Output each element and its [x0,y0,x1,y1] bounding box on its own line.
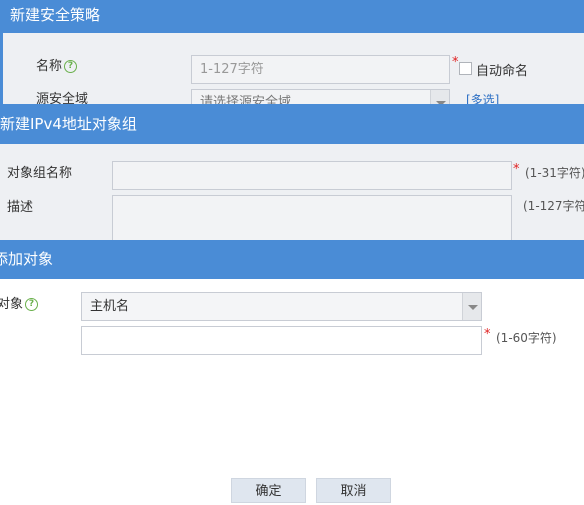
dialog1-title-text: 新建安全策略 [10,6,101,24]
dialog-title-ipv4-group: 新建IPv4地址对象组 [0,104,584,144]
dialog2-title-text: 新建IPv4地址对象组 [0,115,137,133]
policy-name-input[interactable]: 1-127字符 [191,55,450,84]
ok-button[interactable]: 确定 [231,478,306,503]
cancel-button[interactable]: 取消 [316,478,391,503]
auto-name-checkbox[interactable] [459,62,472,75]
add-object-dialog: 添加对象 对象? 主机名 * (1-60字符) 确定 取消 [0,240,584,505]
description-label: 描述 [7,200,34,215]
hostname-hint: (1-60字符) [496,331,557,345]
help-icon[interactable]: ? [64,60,78,73]
group-name-input[interactable] [112,161,512,190]
src-zone-label: 源安全域 [36,92,89,104]
dialog3-title-text: 添加对象 [0,250,54,268]
required-mark: * [513,162,520,177]
dialog-title-security-policy: 新建安全策略 [0,0,584,33]
dialog-title-add-object: 添加对象 [0,240,584,279]
object-label: 对象? [0,293,39,312]
hostname-input[interactable] [81,326,482,355]
security-policy-dialog: 新建安全策略 名称? 1-127字符 * 自动命名 源安全域 请选择源安全域 [… [0,0,584,104]
group-name-label: 对象组名称 [7,166,73,181]
chevron-down-icon[interactable] [430,90,449,104]
src-zone-select[interactable]: 请选择源安全域 [191,89,450,104]
multi-select-link[interactable]: [多选] [466,91,499,104]
group-name-hint: (1-31字符) [525,166,584,180]
object-type-select[interactable]: 主机名 [81,292,482,321]
required-mark: * [452,55,459,70]
auto-name-label: 自动命名 [476,64,529,79]
ipv4-object-group-dialog: 新建IPv4地址对象组 对象组名称 * (1-31字符) 描述 (1-127字符… [0,104,584,240]
required-mark: * [484,327,491,342]
chevron-down-icon[interactable] [462,293,481,320]
name-label: 名称? [36,55,78,74]
description-hint: (1-127字符) [523,199,584,213]
help-icon[interactable]: ? [25,298,39,311]
description-textarea[interactable] [112,195,512,240]
